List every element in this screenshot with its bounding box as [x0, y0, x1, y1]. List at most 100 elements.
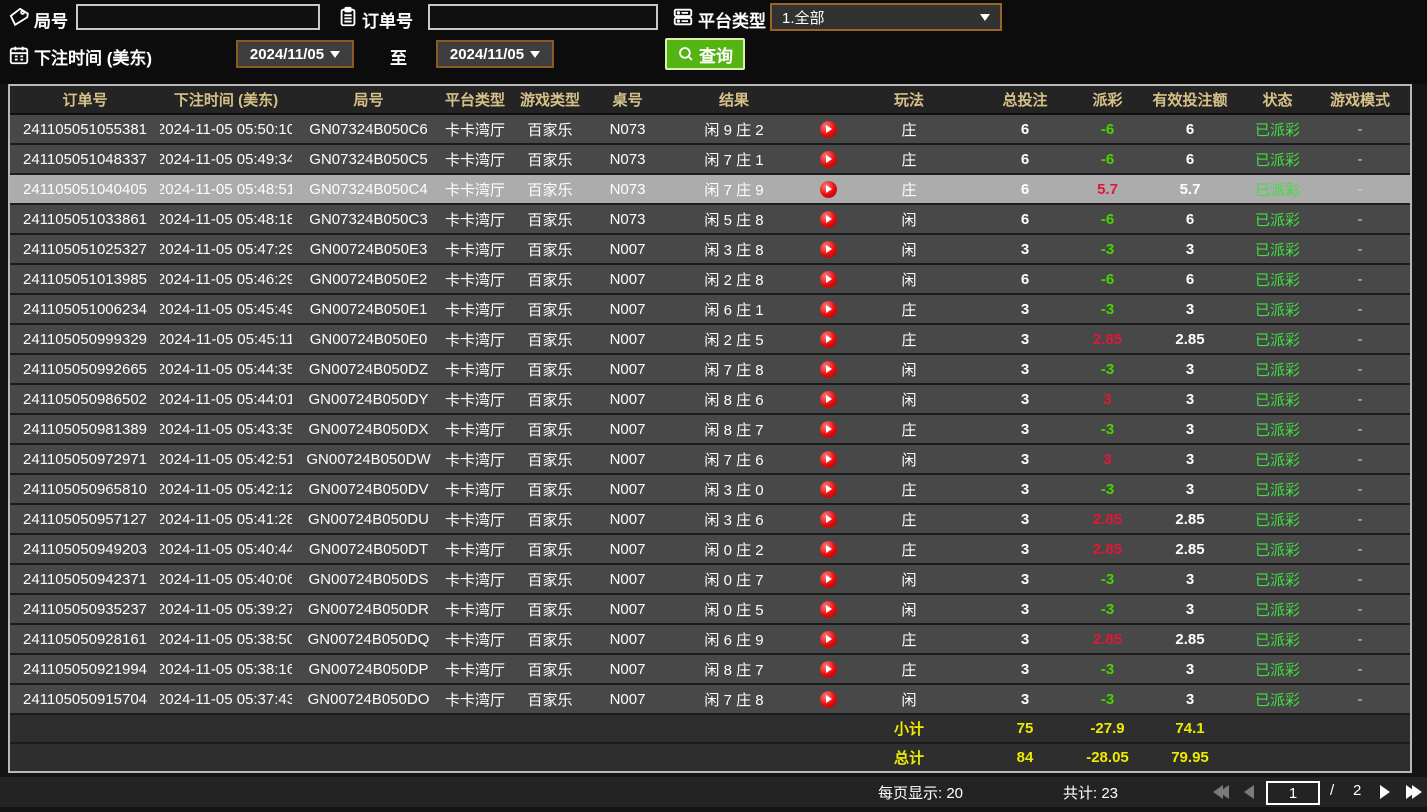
- table-row[interactable]: 2411050510062342024-11-05 05:45:49GN0072…: [10, 295, 1410, 325]
- table-row[interactable]: 2411050509813892024-11-05 05:43:35GN0072…: [10, 415, 1410, 445]
- date-to-picker[interactable]: 2024/11/05: [436, 40, 554, 68]
- cell-total-bet: 6: [970, 145, 1080, 173]
- play-icon[interactable]: [820, 391, 837, 408]
- table-row[interactable]: 2411050509281612024-11-05 05:38:50GN0072…: [10, 625, 1410, 655]
- table-row[interactable]: 2411050510483372024-11-05 05:49:34GN0732…: [10, 145, 1410, 175]
- cell-valid-bet: 3: [1135, 595, 1245, 623]
- cell-platform: 卡卡湾厅: [445, 175, 505, 203]
- table-row[interactable]: 2411050509492032024-11-05 05:40:44GN0072…: [10, 535, 1410, 565]
- cell-result: 闲 7 庄 9: [660, 175, 808, 203]
- filter-bar: 局号 订单号 平台类型 1.全部 下注时间 (美东) 2024/11/05 至 …: [0, 0, 1427, 84]
- platform-select[interactable]: 1.全部: [770, 3, 1002, 31]
- next-page-button[interactable]: [1380, 785, 1390, 799]
- play-icon[interactable]: [820, 211, 837, 228]
- play-icon[interactable]: [820, 301, 837, 318]
- cell-result: 闲 7 庄 8: [660, 355, 808, 383]
- date-from-picker[interactable]: 2024/11/05: [236, 40, 354, 68]
- subtotal-label: 小计: [848, 715, 970, 742]
- table-row[interactable]: 2411050509423712024-11-05 05:40:06GN0072…: [10, 565, 1410, 595]
- prev-page-button[interactable]: [1244, 785, 1254, 799]
- cell-time: 2024-11-05 05:45:49: [160, 295, 292, 323]
- play-icon[interactable]: [820, 151, 837, 168]
- play-icon[interactable]: [820, 451, 837, 468]
- play-icon[interactable]: [820, 571, 837, 588]
- table-row[interactable]: 2411050509352372024-11-05 05:39:27GN0072…: [10, 595, 1410, 625]
- first-page-button[interactable]: [1213, 785, 1229, 799]
- play-icon[interactable]: [820, 511, 837, 528]
- round-label: 局号: [34, 7, 68, 32]
- cell-table-no: N007: [595, 235, 660, 263]
- table-row[interactable]: 2411050510139852024-11-05 05:46:29GN0072…: [10, 265, 1410, 295]
- page-number-input[interactable]: [1266, 781, 1320, 805]
- chevron-down-icon: [980, 14, 990, 21]
- cell-valid-bet: 6: [1135, 205, 1245, 233]
- round-input[interactable]: [76, 4, 320, 30]
- play-icon[interactable]: [820, 271, 837, 288]
- cell-status: 已派彩: [1245, 685, 1310, 713]
- cell-total-bet: 3: [970, 505, 1080, 533]
- cell-result: 闲 7 庄 8: [660, 685, 808, 713]
- cell-video: [808, 175, 848, 203]
- play-icon[interactable]: [820, 541, 837, 558]
- table-row[interactable]: 2411050509658102024-11-05 05:42:12GN0072…: [10, 475, 1410, 505]
- play-icon[interactable]: [820, 631, 837, 648]
- cell-game-mode: -: [1310, 655, 1410, 683]
- cell-order: 241105051013985: [10, 265, 160, 293]
- cell-play-type: 庄: [848, 325, 970, 353]
- play-icon[interactable]: [820, 241, 837, 258]
- cell-valid-bet: 2.85: [1135, 625, 1245, 653]
- cell-status: 已派彩: [1245, 655, 1310, 683]
- cell-platform: 卡卡湾厅: [445, 415, 505, 443]
- table-row[interactable]: 2411050510553812024-11-05 05:50:10GN0732…: [10, 115, 1410, 145]
- table-row[interactable]: 2411050510253272024-11-05 05:47:29GN0072…: [10, 235, 1410, 265]
- cell-table-no: N073: [595, 145, 660, 173]
- cell-valid-bet: 3: [1135, 235, 1245, 263]
- last-page-button[interactable]: [1406, 785, 1422, 799]
- cell-platform: 卡卡湾厅: [445, 625, 505, 653]
- play-icon[interactable]: [820, 661, 837, 678]
- cell-valid-bet: 6: [1135, 265, 1245, 293]
- play-icon[interactable]: [820, 421, 837, 438]
- cell-valid-bet: 3: [1135, 565, 1245, 593]
- play-icon[interactable]: [820, 361, 837, 378]
- cell-payout: -3: [1080, 355, 1135, 383]
- table-row[interactable]: 2411050509157042024-11-05 05:37:43GN0072…: [10, 685, 1410, 715]
- order-input[interactable]: [428, 4, 658, 30]
- table-row[interactable]: 2411050510404052024-11-05 05:48:51GN0732…: [10, 175, 1410, 205]
- table-row[interactable]: 2411050509219942024-11-05 05:38:16GN0072…: [10, 655, 1410, 685]
- cell-game-type: 百家乐: [505, 685, 595, 713]
- column-header-9: 总投注: [970, 86, 1080, 113]
- cell-round: GN00724B050E0: [292, 325, 445, 353]
- play-icon[interactable]: [820, 691, 837, 708]
- cell-play-type: 闲: [848, 385, 970, 413]
- table-row[interactable]: 2411050509865022024-11-05 05:44:01GN0072…: [10, 385, 1410, 415]
- play-icon[interactable]: [820, 121, 837, 138]
- cell-payout: 2.85: [1080, 625, 1135, 653]
- cell-valid-bet: 6: [1135, 115, 1245, 143]
- cell-table-no: N007: [595, 385, 660, 413]
- cell-round: GN00724B050DV: [292, 475, 445, 503]
- play-icon[interactable]: [820, 601, 837, 618]
- platform-label: 平台类型: [698, 7, 766, 32]
- cell-order: 241105050942371: [10, 565, 160, 593]
- to-label: 至: [390, 44, 407, 69]
- cell-video: [808, 415, 848, 443]
- table-row[interactable]: 2411050509993292024-11-05 05:45:11GN0072…: [10, 325, 1410, 355]
- search-button[interactable]: 查询: [665, 38, 745, 70]
- cell-total-bet: 6: [970, 205, 1080, 233]
- play-icon[interactable]: [820, 481, 837, 498]
- table-row[interactable]: 2411050510338612024-11-05 05:48:18GN0732…: [10, 205, 1410, 235]
- column-header-6: 结果: [660, 86, 808, 113]
- play-icon[interactable]: [820, 331, 837, 348]
- cell-valid-bet: 3: [1135, 295, 1245, 323]
- table-row[interactable]: 2411050509926652024-11-05 05:44:35GN0072…: [10, 355, 1410, 385]
- table-row[interactable]: 2411050509729712024-11-05 05:42:51GN0072…: [10, 445, 1410, 475]
- cell-platform: 卡卡湾厅: [445, 265, 505, 293]
- table-row[interactable]: 2411050509571272024-11-05 05:41:28GN0072…: [10, 505, 1410, 535]
- cell-result: 闲 9 庄 2: [660, 115, 808, 143]
- cell-game-mode: -: [1310, 235, 1410, 263]
- page-separator: /: [1330, 782, 1334, 799]
- cell-table-no: N007: [595, 355, 660, 383]
- play-icon[interactable]: [820, 181, 837, 198]
- cell-time: 2024-11-05 05:48:51: [160, 175, 292, 203]
